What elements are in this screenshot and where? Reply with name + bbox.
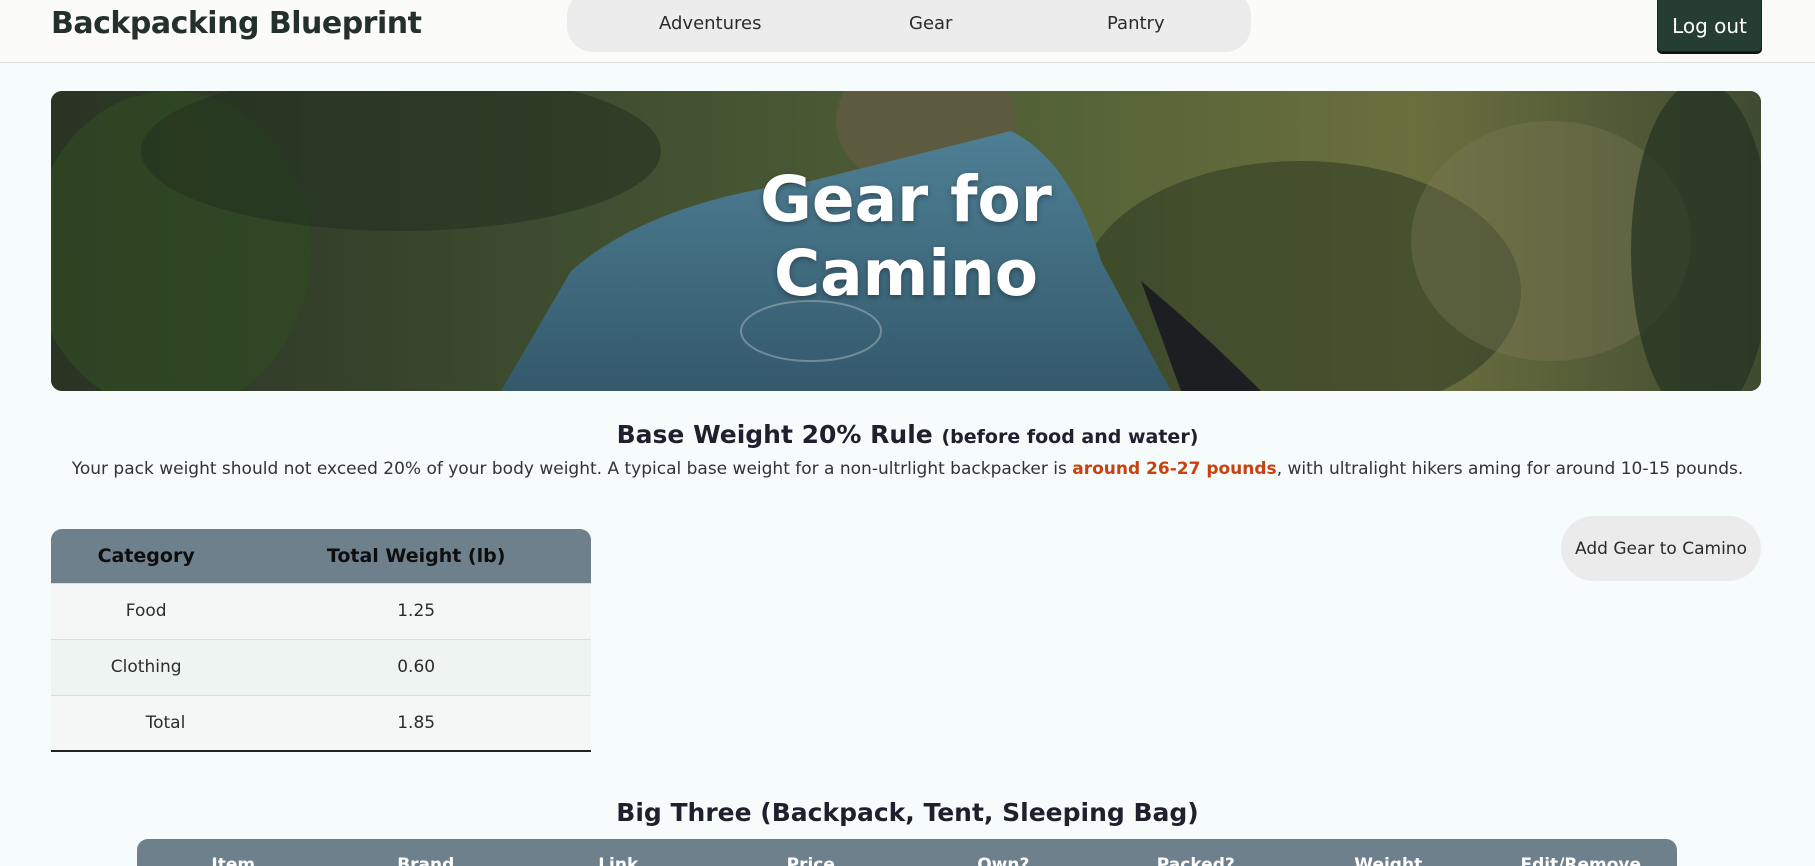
- category-cell: Clothing: [51, 638, 242, 695]
- weight-summary-table: Category Total Weight (lb) Food 1.25 Clo…: [51, 529, 591, 752]
- table-row: Clothing 0.60: [51, 638, 591, 695]
- big-three-table-header: Item Brand Link Price Own? Packed? Weigh…: [137, 839, 1677, 866]
- total-value: 1.85: [241, 694, 591, 751]
- column-header-price: Price: [786, 855, 835, 866]
- hero-banner: Gear for Camino: [51, 91, 1761, 391]
- column-header-weight: Weight: [1354, 855, 1423, 866]
- big-three-heading: Big Three (Backpack, Tent, Sleeping Bag): [616, 798, 1199, 827]
- base-weight-heading: Base Weight 20% Rule (before food and wa…: [0, 420, 1815, 449]
- brand-logo[interactable]: Backpacking Blueprint: [51, 6, 422, 41]
- total-label: Total: [51, 694, 242, 751]
- add-gear-button[interactable]: Add Gear to Camino: [1561, 516, 1761, 581]
- column-header-brand: Brand: [397, 855, 455, 866]
- page-title-line-1: Gear for: [760, 163, 1052, 236]
- column-header-category: Category: [51, 529, 242, 583]
- weight-cell: 1.25: [241, 582, 591, 639]
- base-weight-heading-note: (before food and water): [941, 426, 1199, 448]
- logout-button[interactable]: Log out: [1657, 0, 1762, 52]
- column-header-packed: Packed?: [1156, 855, 1235, 866]
- base-weight-description: Your pack weight should not exceed 20% o…: [0, 459, 1815, 479]
- nav-link-gear[interactable]: Gear: [909, 13, 952, 34]
- main-nav: Adventures Gear Pantry: [567, 0, 1251, 52]
- base-weight-text-start: Your pack weight should not exceed 20% o…: [71, 459, 1073, 479]
- column-header-item: Item: [211, 855, 256, 866]
- top-nav-bar: Backpacking Blueprint Adventures Gear Pa…: [0, 0, 1815, 63]
- base-weight-heading-text: Base Weight 20% Rule: [616, 420, 933, 449]
- weight-cell: 0.60: [241, 638, 591, 695]
- column-header-link: Link: [598, 855, 639, 866]
- nav-link-pantry[interactable]: Pantry: [1107, 13, 1165, 34]
- column-header-own: Own?: [977, 855, 1030, 866]
- page-title-line-2: Camino: [773, 237, 1039, 310]
- column-header-edit-remove: Edit/Remove: [1520, 855, 1642, 866]
- total-row: Total 1.85: [51, 694, 591, 751]
- page-title: Gear for Camino: [51, 163, 1761, 311]
- column-header-total-weight: Total Weight (lb): [241, 529, 591, 583]
- table-header-row: Category Total Weight (lb): [51, 529, 591, 583]
- base-weight-highlight: around 26-27 pounds: [1072, 459, 1277, 479]
- base-weight-text-end: , with ultralight hikers aming for aroun…: [1276, 459, 1744, 479]
- table-row: Food 1.25: [51, 582, 591, 639]
- nav-link-adventures[interactable]: Adventures: [659, 13, 761, 34]
- category-cell: Food: [51, 582, 242, 639]
